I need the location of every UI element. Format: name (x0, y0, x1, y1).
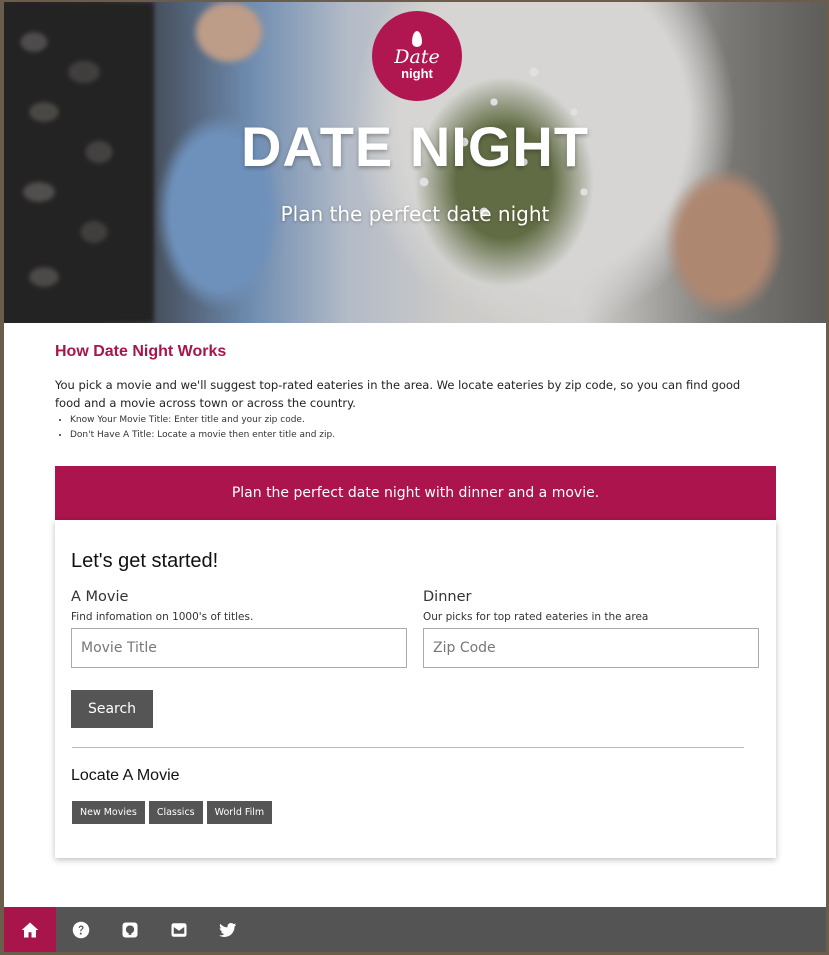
footer-email[interactable] (154, 907, 203, 952)
hero-banner: Date night DATE NIGHT Plan the perfect d… (4, 2, 826, 323)
movie-help-text: Find infomation on 1000's of titles. (71, 611, 254, 623)
date-night-logo[interactable]: Date night (372, 11, 462, 101)
hero-subtitle: Plan the perfect date night (280, 202, 550, 226)
tagline-banner: Plan the perfect date night with dinner … (55, 466, 776, 520)
locate-movie-title: Locate A Movie (71, 767, 180, 784)
zip-code-input[interactable] (423, 628, 759, 668)
flame-icon (412, 31, 422, 47)
footer-help[interactable] (56, 907, 105, 952)
hero-title: DATE NIGHT (240, 115, 590, 178)
search-card: Let's get started! A Movie Find infomati… (55, 520, 776, 858)
logo-line2: night (401, 66, 433, 81)
movie-title-input[interactable] (71, 628, 407, 668)
footer-nav (4, 907, 826, 952)
movie-label: A Movie (71, 589, 129, 605)
footer-twitter[interactable] (203, 907, 252, 952)
envelope-icon (171, 922, 186, 937)
footer-github[interactable] (105, 907, 154, 952)
card-title: Let's get started! (71, 550, 219, 572)
logo-line1: Date (394, 46, 440, 68)
github-icon (122, 922, 137, 937)
home-icon (21, 922, 39, 937)
page: Date night DATE NIGHT Plan the perfect d… (4, 2, 826, 952)
twitter-icon (218, 922, 236, 937)
world-film-button[interactable]: World Film (206, 801, 273, 824)
help-icon (72, 921, 89, 938)
footer-home[interactable] (4, 907, 56, 952)
genre-chips: New Movies Classics World Film (72, 801, 273, 824)
list-item: Don't Have A Title: Locate a movie then … (70, 428, 770, 443)
divider (72, 747, 744, 748)
how-it-works-title: How Date Night Works (55, 343, 227, 360)
tagline-text: Plan the perfect date night with dinner … (231, 485, 600, 501)
classics-button[interactable]: Classics (148, 801, 203, 824)
new-movies-button[interactable]: New Movies (72, 801, 145, 824)
how-it-works-text: You pick a movie and we'll suggest top-r… (55, 378, 741, 410)
search-button[interactable]: Search (71, 690, 153, 728)
list-item: Know Your Movie Title: Enter title and y… (70, 413, 770, 428)
how-it-works-list: Know Your Movie Title: Enter title and y… (70, 413, 770, 443)
dinner-help-text: Our picks for top rated eateries in the … (423, 611, 649, 623)
dinner-label: Dinner (423, 589, 472, 605)
